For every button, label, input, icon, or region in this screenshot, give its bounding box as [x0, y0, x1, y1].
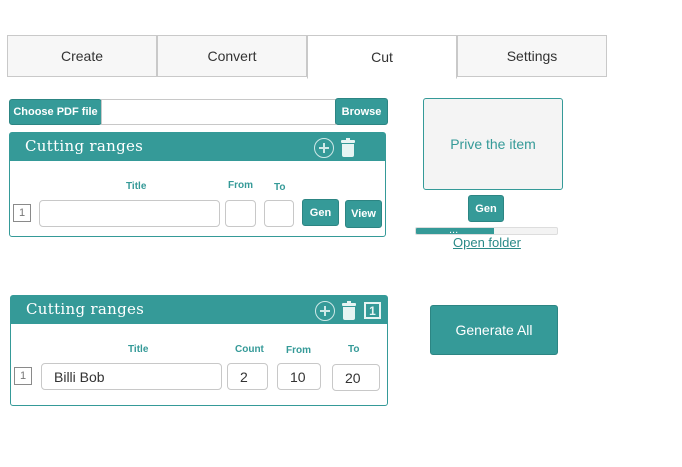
- range-from-input[interactable]: 10: [277, 363, 321, 390]
- col-title-label: Title: [128, 344, 149, 355]
- generate-all-button[interactable]: Generate All: [430, 305, 558, 355]
- range-count-input[interactable]: 2: [227, 363, 268, 390]
- trash-icon[interactable]: [342, 301, 356, 320]
- tab-convert[interactable]: Convert: [157, 35, 307, 77]
- add-range-icon[interactable]: [315, 301, 335, 321]
- range-title-input[interactable]: Billi Bob: [41, 363, 222, 390]
- tab-create[interactable]: Create: [7, 35, 157, 77]
- progress-bar: ...: [415, 227, 558, 235]
- cutting-ranges-panel-1: Cutting ranges Title From To 1 Gen View: [9, 132, 386, 237]
- range-title-input[interactable]: [39, 200, 220, 227]
- range-to-input[interactable]: 20: [332, 364, 380, 391]
- tab-create-label: Create: [60, 48, 104, 64]
- trash-icon[interactable]: [341, 138, 355, 157]
- panel-title: Cutting ranges: [25, 137, 144, 155]
- progress-text: ...: [449, 227, 459, 235]
- browse-label: Browse: [341, 105, 382, 118]
- panel-title: Cutting ranges: [26, 300, 145, 318]
- col-from-label: From: [228, 180, 253, 191]
- col-to-label: To: [274, 182, 286, 193]
- col-from-label: From: [286, 345, 311, 356]
- preview-box: Prive the item: [423, 98, 563, 190]
- choose-pdf-button[interactable]: Choose PDF file: [9, 99, 102, 125]
- panel-header: Cutting ranges: [10, 133, 385, 161]
- add-range-icon[interactable]: [314, 138, 334, 158]
- preview-text: Prive the item: [450, 136, 536, 152]
- col-to-label: To: [348, 344, 360, 355]
- tab-settings-label: Settings: [506, 48, 558, 64]
- tab-convert-label: Convert: [207, 48, 257, 64]
- tab-settings[interactable]: Settings: [457, 35, 607, 77]
- range-to-input[interactable]: [264, 200, 294, 227]
- page-one-icon[interactable]: 1: [364, 302, 381, 319]
- choose-pdf-label: Choose PDF file: [13, 106, 98, 118]
- col-title-label: Title: [126, 181, 147, 192]
- row-number: 1: [13, 204, 31, 222]
- pdf-path-field[interactable]: [101, 99, 336, 125]
- row-number: 1: [14, 367, 32, 385]
- panel-header: Cutting ranges 1: [11, 296, 387, 324]
- tab-cut[interactable]: Cut: [307, 35, 457, 79]
- range-from-input[interactable]: [225, 200, 256, 227]
- tab-cut-label: Cut: [371, 49, 393, 65]
- browse-button[interactable]: Browse: [335, 98, 388, 125]
- open-folder-link[interactable]: Open folder: [453, 235, 521, 250]
- cutting-ranges-panel-2: Cutting ranges 1 Title Count From To 1 B…: [10, 295, 388, 406]
- preview-gen-button[interactable]: Gen: [468, 195, 504, 222]
- gen-range-button[interactable]: Gen: [302, 199, 339, 226]
- col-count-label: Count: [235, 344, 264, 355]
- view-range-button[interactable]: View: [345, 200, 382, 228]
